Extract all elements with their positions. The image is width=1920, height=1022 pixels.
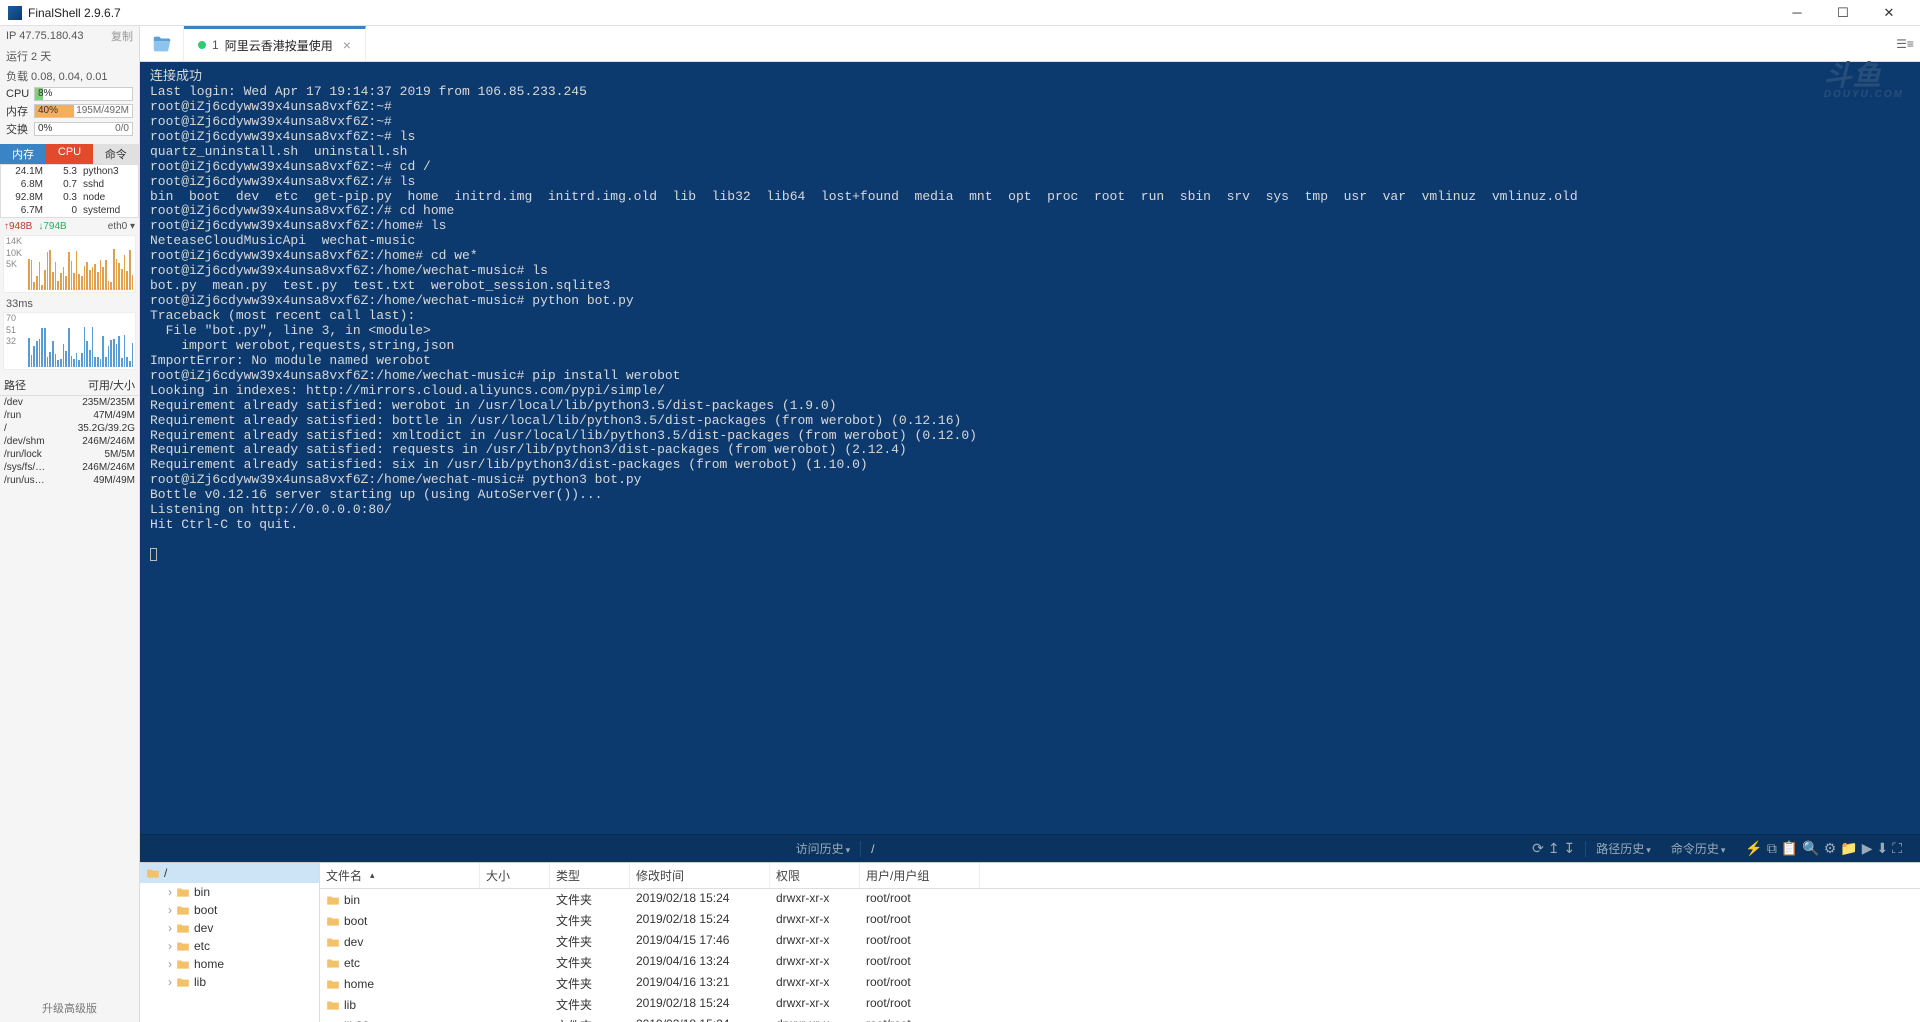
disk-row[interactable]: /dev235M/235M (0, 396, 139, 409)
refresh-icon[interactable]: ⟳ (1532, 840, 1544, 857)
terminal-output[interactable]: 连接成功 Last login: Wed Apr 17 19:14:37 201… (140, 62, 1920, 834)
folder-open-icon (151, 33, 173, 55)
file-row[interactable]: lib32 文件夹 2019/02/18 15:24 drwxr-xr-x ro… (320, 1015, 1920, 1022)
current-path: / (871, 842, 874, 856)
swap-meter: 交换 0%0/0 (4, 120, 135, 138)
file-table: 文件名 ▴ 大小 类型 修改时间 权限 用户/用户组 bin 文件夹 2019/… (320, 863, 1920, 1022)
tree-item[interactable]: ›dev (140, 919, 319, 937)
thunder-icon[interactable]: ⚡ (1745, 840, 1762, 857)
disk-row[interactable]: /run47M/49M (0, 409, 139, 422)
copy-icon[interactable]: ⧉ (1767, 840, 1777, 857)
memory-meter: 内存 40%195M/492M (4, 102, 135, 120)
play-icon[interactable]: ▶ (1862, 840, 1873, 857)
close-tab-button[interactable]: × (343, 37, 351, 53)
window-titlebar: FinalShell 2.9.6.7 ─ ☐ ✕ (0, 0, 1920, 26)
file-row[interactable]: bin 文件夹 2019/02/18 15:24 drwxr-xr-x root… (320, 889, 1920, 910)
file-row[interactable]: boot 文件夹 2019/02/18 15:24 drwxr-xr-x roo… (320, 910, 1920, 931)
upload-icon[interactable]: ↥ (1548, 840, 1560, 857)
disk-row[interactable]: /sys/fs/…246M/246M (0, 461, 139, 474)
disk-row[interactable]: /run/us…49M/49M (0, 474, 139, 487)
file-panel: / ›bin›boot›dev›etc›home›lib 文件名 ▴ 大小 类型… (140, 862, 1920, 1022)
monitor-panel: IP 47.75.180.43 复制 运行 2 天 负载 0.08, 0.04,… (0, 26, 140, 1022)
tree-item[interactable]: ›boot (140, 901, 319, 919)
disk-table: 路径可用/大小 /dev235M/235M/run47M/49M/35.2G/3… (0, 375, 139, 487)
cpu-meter: CPU 8% (4, 86, 135, 102)
tree-item[interactable]: ›bin (140, 883, 319, 901)
copy-ip-button[interactable]: 复制 (111, 28, 133, 44)
session-tab[interactable]: 1 阿里云香港按量使用 × (184, 26, 366, 61)
tree-item[interactable]: ›home (140, 955, 319, 973)
gear-icon[interactable]: ⚙ (1824, 840, 1837, 857)
command-history-dropdown[interactable]: 命令历史▾ (1671, 840, 1726, 857)
disk-row[interactable]: /35.2G/39.2G (0, 422, 139, 435)
tree-item[interactable]: ›lib (140, 973, 319, 991)
process-row[interactable]: 6.7M0systemd (1, 204, 138, 217)
layout-toggle-button[interactable]: ☰≡ (1890, 26, 1920, 61)
folder-icon[interactable]: 📁 (1840, 840, 1857, 857)
maximize-button[interactable]: ☐ (1820, 0, 1866, 26)
app-title: FinalShell 2.9.6.7 (28, 6, 1774, 20)
process-row[interactable]: 24.1M5.3python3 (1, 165, 138, 178)
process-row[interactable]: 92.8M0.3node (1, 191, 138, 204)
tree-root[interactable]: / (140, 863, 319, 883)
file-row[interactable]: home 文件夹 2019/04/16 13:21 drwxr-xr-x roo… (320, 973, 1920, 994)
status-dot-icon (198, 41, 206, 49)
download-icon[interactable]: ↧ (1564, 840, 1576, 857)
path-history-dropdown[interactable]: 路径历史▾ (1596, 840, 1651, 857)
save-icon[interactable]: ⬇ (1876, 840, 1888, 857)
process-table: 24.1M5.3python36.8M0.7sshd92.8M0.3node6.… (0, 164, 139, 218)
file-row[interactable]: dev 文件夹 2019/04/15 17:46 drwxr-xr-x root… (320, 931, 1920, 952)
tree-item[interactable]: ›etc (140, 937, 319, 955)
visit-history-dropdown[interactable]: 访问历史▾ (796, 840, 851, 857)
server-ip: IP 47.75.180.43 复制 (0, 26, 139, 46)
folder-icon (146, 867, 160, 879)
network-stats: ↑948B ↓794B eth0 ▾ (0, 218, 139, 235)
interface-dropdown[interactable]: eth0 ▾ (108, 221, 135, 232)
uptime-text: 运行 2 天 (0, 46, 139, 66)
load-text: 负载 0.08, 0.04, 0.01 (0, 66, 139, 86)
latency-text: 33ms (0, 296, 139, 312)
tab-command[interactable]: 命令 (93, 144, 139, 164)
latency-chart: 705132 (3, 312, 136, 370)
disk-row[interactable]: /run/lock5M/5M (0, 448, 139, 461)
search-icon[interactable]: 🔍 (1802, 840, 1819, 857)
paste-icon[interactable]: 📋 (1781, 840, 1798, 857)
network-chart: 14K10K5K (3, 235, 136, 293)
terminal-toolbar: 访问历史▾ / ⟳ ↥ ↧ 路径历史▾ 命令历史▾ ⚡ ⧉ 📋 🔍 ⚙ (140, 834, 1920, 862)
app-icon (8, 6, 22, 20)
open-sessions-button[interactable] (140, 26, 184, 61)
tab-bar: 1 阿里云香港按量使用 × ☰≡ (140, 26, 1920, 62)
close-button[interactable]: ✕ (1866, 0, 1912, 26)
fullscreen-icon[interactable]: ⛶ (1892, 840, 1902, 857)
directory-tree[interactable]: / ›bin›boot›dev›etc›home›lib (140, 863, 320, 1022)
file-row[interactable]: lib 文件夹 2019/02/18 15:24 drwxr-xr-x root… (320, 994, 1920, 1015)
disk-row[interactable]: /dev/shm246M/246M (0, 435, 139, 448)
minimize-button[interactable]: ─ (1774, 0, 1820, 26)
process-row[interactable]: 6.8M0.7sshd (1, 178, 138, 191)
tab-memory[interactable]: 内存 (0, 144, 46, 164)
tab-cpu[interactable]: CPU (46, 144, 92, 164)
file-row[interactable]: etc 文件夹 2019/04/16 13:24 drwxr-xr-x root… (320, 952, 1920, 973)
file-table-header: 文件名 ▴ 大小 类型 修改时间 权限 用户/用户组 (320, 863, 1920, 889)
upgrade-link[interactable]: 升级高级版 (0, 994, 139, 1022)
